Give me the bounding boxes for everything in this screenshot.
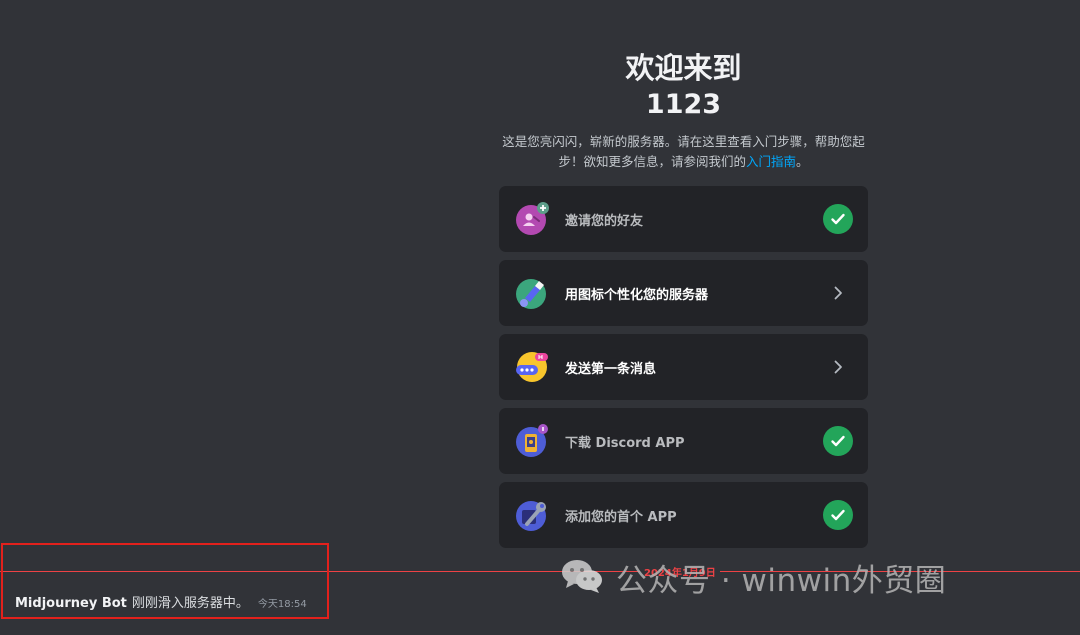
invite-friends-icon xyxy=(515,202,549,236)
welcome-description-text: 这是您亮闪闪，崭新的服务器。请在这里查看入门步骤，帮助您起步！欲知更多信息，请参… xyxy=(502,134,865,169)
chevron-right-icon xyxy=(823,352,853,382)
wrench-icon xyxy=(515,498,549,532)
watermark: 公众号 · winwin外贸圈 xyxy=(560,555,946,600)
checklist-item-download-app[interactable]: 下载 Discord APP xyxy=(499,408,868,474)
welcome-header: 欢迎来到 1123 这是您亮闪闪，崭新的服务器。请在这里查看入门步骤，帮助您起步… xyxy=(498,50,869,172)
message-timestamp: 今天18:54 xyxy=(257,599,307,610)
completed-check-icon xyxy=(823,500,853,530)
checklist-item-add-first-app[interactable]: 添加您的首个 APP xyxy=(499,482,868,548)
checklist-item-label: 添加您的首个 APP xyxy=(565,509,677,525)
paintbrush-icon xyxy=(515,276,549,310)
welcome-description: 这是您亮闪闪，崭新的服务器。请在这里查看入门步骤，帮助您起步！欲知更多信息，请参… xyxy=(498,132,869,172)
welcome-description-end: 。 xyxy=(796,154,809,169)
watermark-text: 公众号 · winwin外贸圈 xyxy=(616,563,947,599)
checklist-item-label: 发送第一条消息 xyxy=(565,361,657,377)
completed-check-icon xyxy=(823,204,853,234)
checklist-item-label: 邀请您的好友 xyxy=(565,213,644,229)
chat-bubble-icon xyxy=(515,350,549,384)
chevron-right-icon xyxy=(823,278,853,308)
wechat-icon xyxy=(560,557,604,599)
onboarding-checklist: 邀请您的好友 用图标个性化您的服务器 发送第一条消息 下载 Discord AP… xyxy=(499,186,868,556)
welcome-title: 欢迎来到 xyxy=(625,51,742,85)
getting-started-guide-link[interactable]: 入门指南 xyxy=(746,154,796,169)
checklist-item-label: 下载 Discord APP xyxy=(565,435,685,451)
checklist-item-invite-friends[interactable]: 邀请您的好友 xyxy=(499,186,868,252)
completed-check-icon xyxy=(823,426,853,456)
checklist-item-send-first-message[interactable]: 发送第一条消息 xyxy=(499,334,868,400)
checklist-item-label: 用图标个性化您的服务器 xyxy=(565,287,709,303)
message-username[interactable]: Midjourney Bot xyxy=(15,596,127,611)
message-text: 刚刚滑入服务器中。 xyxy=(131,596,249,611)
checklist-item-personalize-server[interactable]: 用图标个性化您的服务器 xyxy=(499,260,868,326)
system-message: Midjourney Bot 刚刚滑入服务器中。 今天18:54 xyxy=(15,592,307,611)
mobile-app-icon xyxy=(515,424,549,458)
server-name: 1123 xyxy=(645,89,722,120)
